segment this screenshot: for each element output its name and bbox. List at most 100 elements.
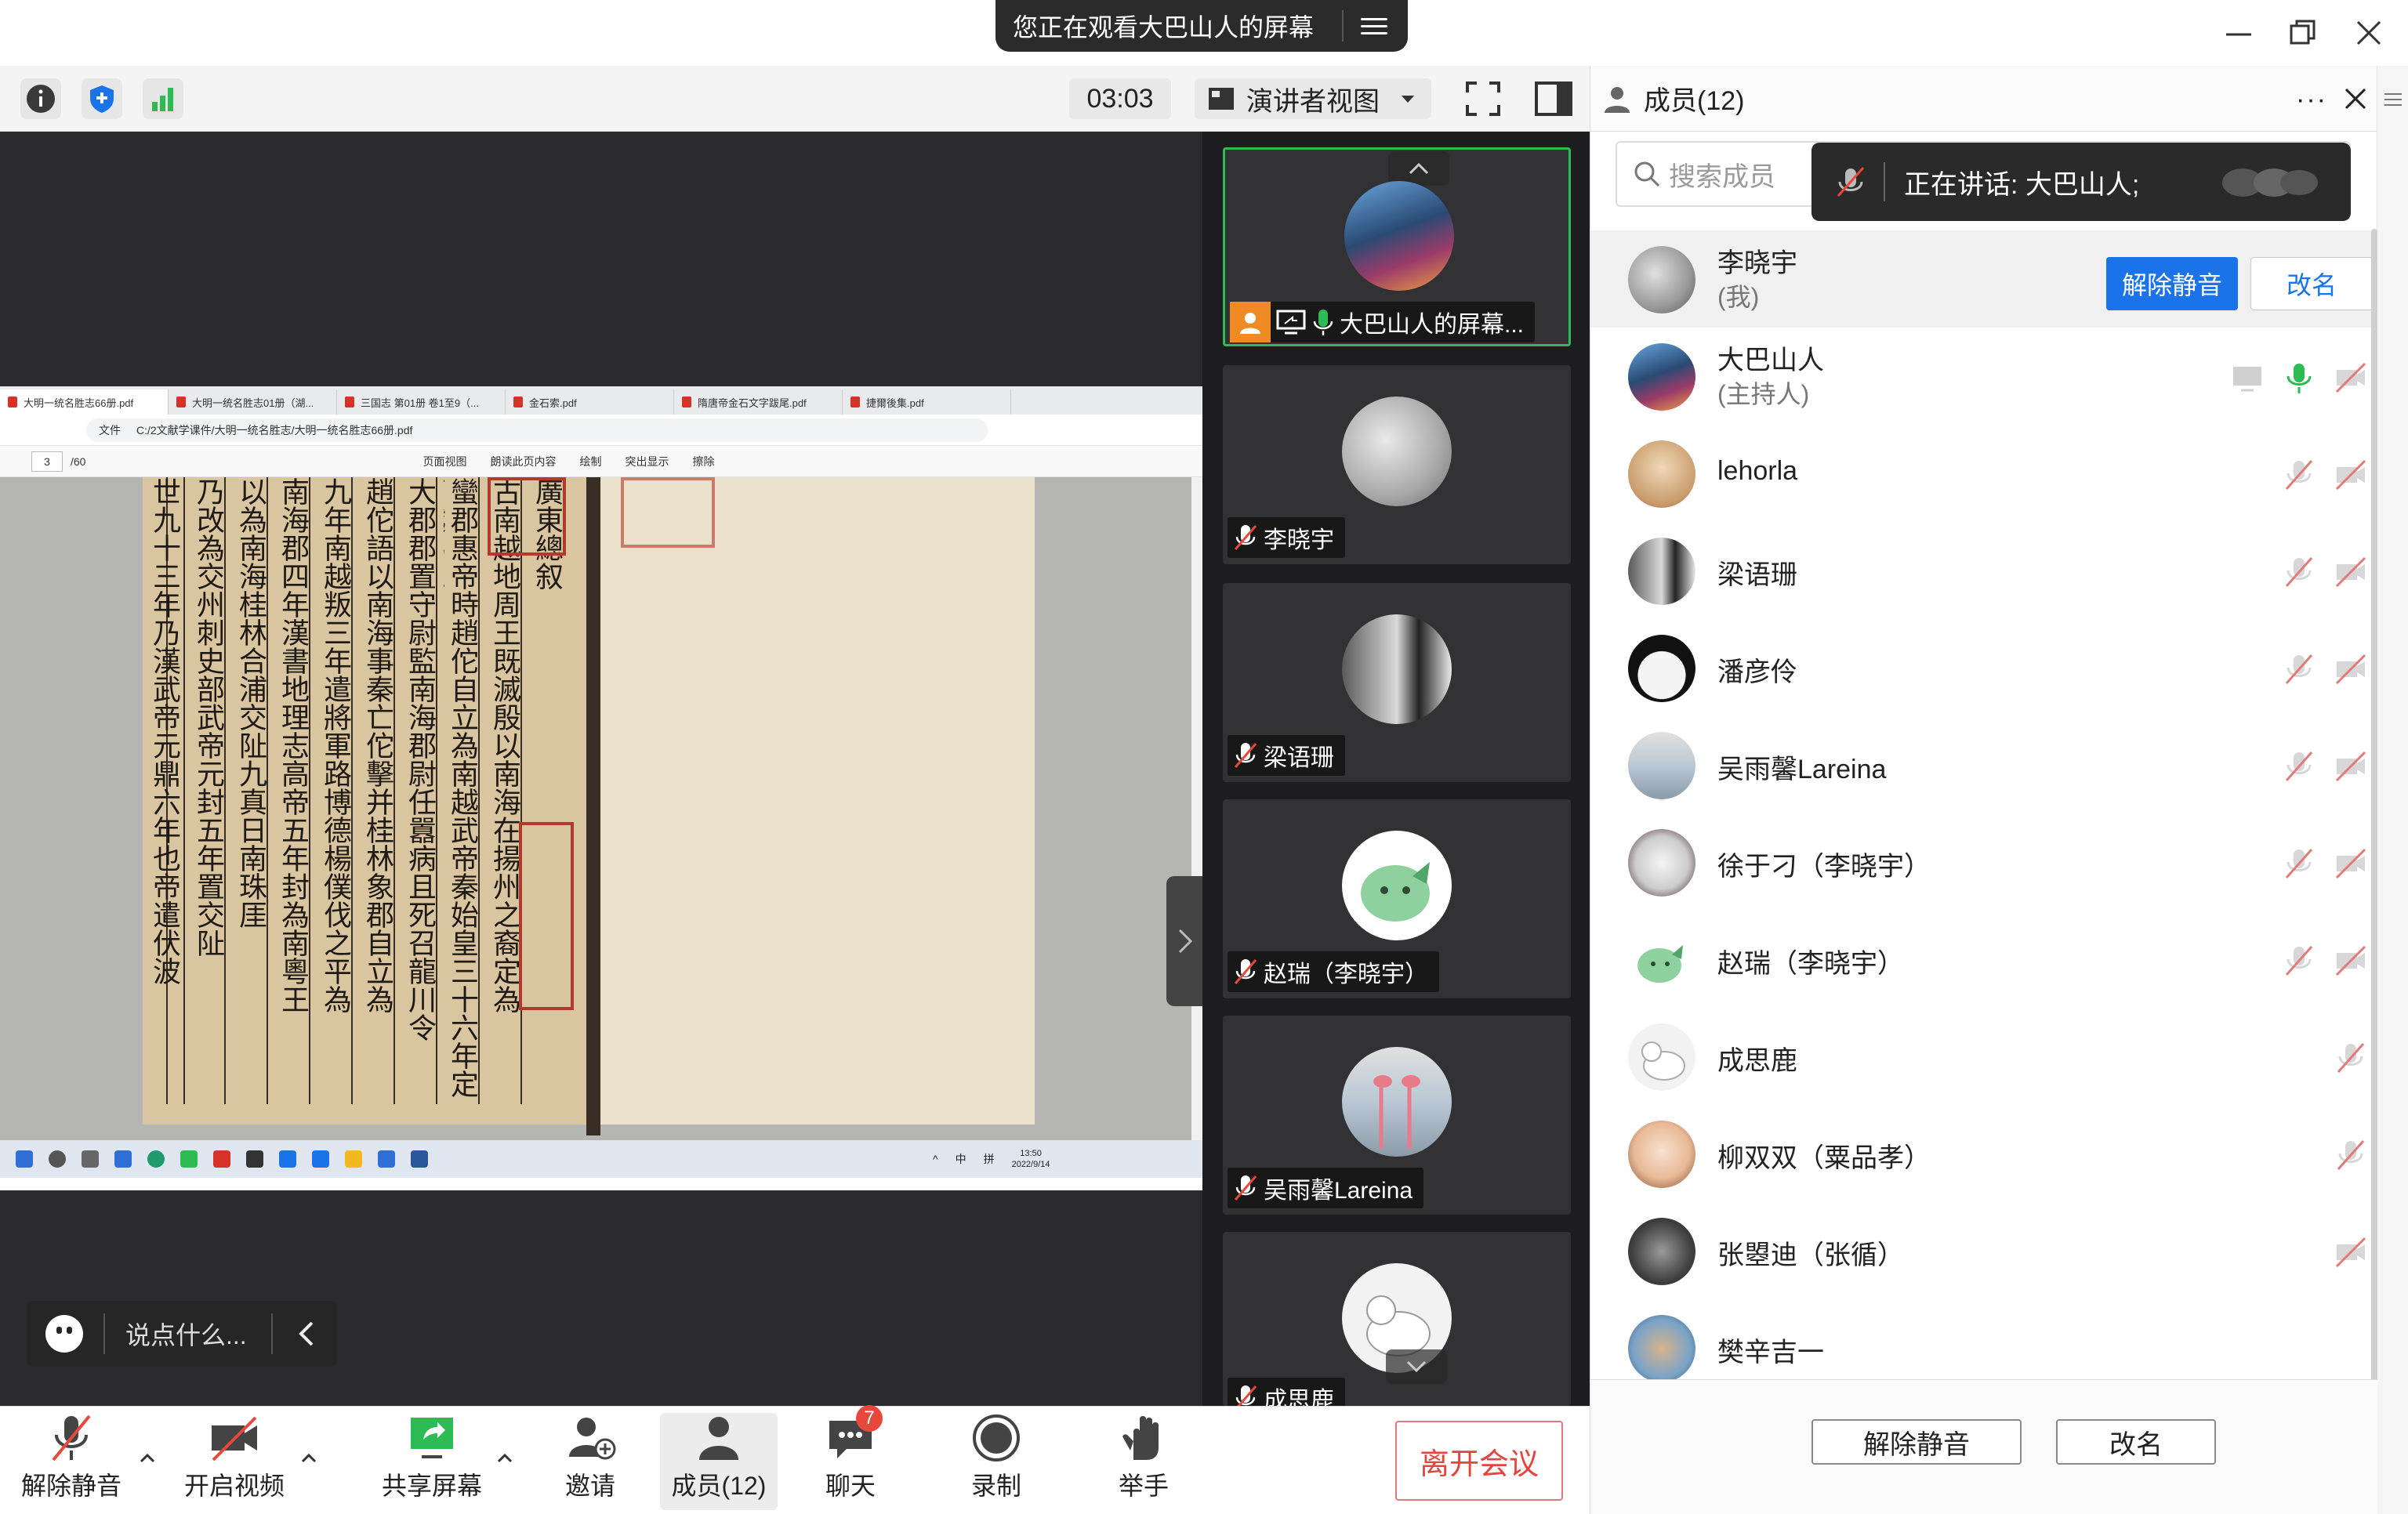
chevron-left-icon[interactable] — [296, 1320, 315, 1348]
app-icon[interactable] — [213, 1150, 230, 1168]
video-tile[interactable]: 李晓宇 — [1223, 365, 1571, 564]
close-panel-icon[interactable] — [2337, 80, 2374, 118]
browser-tab[interactable]: 大明一统名胜志66册.pdf — [0, 389, 169, 415]
ime-mode[interactable]: 拼 — [984, 1151, 995, 1167]
unmute-all-button[interactable]: 解除静音 — [1811, 1419, 2022, 1465]
app-icon[interactable] — [378, 1150, 395, 1168]
start-video-label: 开启视频 — [183, 1472, 285, 1500]
start-icon[interactable] — [16, 1150, 33, 1168]
member-row[interactable]: 张曌迪（张循） — [1590, 1202, 2377, 1299]
member-name: 成思鹿 — [1717, 1046, 1797, 1076]
shared-screen[interactable]: 大明一统名胜志66册.pdf 大明一统名胜志01册（湖... 三国志 第01册 … — [0, 386, 1202, 1190]
app-icon[interactable] — [279, 1150, 296, 1168]
pdf-tool-page-view[interactable]: 页面视图 — [422, 454, 466, 469]
leave-meeting-button[interactable]: 离开会议 — [1395, 1421, 1563, 1501]
page-number-field[interactable]: 3 — [31, 451, 63, 472]
unmute-button[interactable]: 解除静音 — [2106, 257, 2238, 310]
start-video-button[interactable]: 开启视频 — [183, 1413, 285, 1510]
app-icon[interactable] — [312, 1150, 329, 1168]
collapse-video-strip-handle[interactable] — [1166, 876, 1204, 1006]
view-mode-label: 演讲者视图 — [1246, 86, 1380, 117]
pdf-tool-draw[interactable]: 绘制 — [579, 454, 601, 469]
rename-button[interactable]: 改名 — [2056, 1419, 2216, 1465]
browser-tab[interactable]: 三国志 第01册 卷1至9（... — [337, 389, 506, 415]
member-row[interactable]: 赵瑞（李晓宇） — [1590, 911, 2377, 1008]
member-row[interactable]: 大巴山人 (主持人) — [1590, 328, 2377, 425]
video-tile[interactable]: 赵瑞（李晓宇） — [1223, 799, 1571, 998]
browser-tab[interactable]: 隋唐帝金石文字跋尾.pdf — [674, 389, 843, 415]
pdf-tool-highlight[interactable]: 突出显示 — [625, 454, 669, 469]
minimize-icon[interactable] — [2220, 14, 2258, 52]
ime-language[interactable]: 中 — [956, 1151, 966, 1167]
pdf-scrollbar[interactable] — [1191, 477, 1202, 1140]
chevron-up-icon — [1409, 162, 1429, 175]
word-icon[interactable] — [411, 1150, 428, 1168]
menu-icon[interactable] — [2381, 88, 2405, 111]
speaking-text: 正在讲话: 大巴山人; — [1904, 169, 2140, 200]
edge-browser-icon[interactable] — [147, 1150, 165, 1168]
pdf-icon — [176, 397, 186, 407]
restore-icon[interactable] — [2284, 14, 2322, 52]
member-row[interactable]: 李晓宇 (我) 解除静音 改名 — [1590, 230, 2377, 328]
member-row[interactable]: 徐于刁（李晓宇） — [1590, 813, 2377, 911]
pdf-tool-read-aloud[interactable]: 朗读此页内容 — [490, 454, 556, 469]
members-scrollbar[interactable] — [2371, 229, 2377, 1389]
avatar — [1628, 732, 1695, 799]
task-view-icon[interactable] — [82, 1150, 99, 1168]
quick-chat-input[interactable]: 说点什么... — [27, 1301, 337, 1367]
record-button[interactable]: 录制 — [961, 1413, 1032, 1510]
member-row[interactable]: 樊辛吉一 — [1590, 1299, 2377, 1379]
scroll-down-arrow[interactable] — [1386, 1349, 1447, 1384]
members-button[interactable]: 成员(12) — [660, 1413, 778, 1510]
pdf-tool-erase[interactable]: 擦除 — [692, 454, 714, 469]
menu-icon[interactable] — [1361, 17, 1387, 34]
close-icon[interactable] — [2350, 14, 2388, 52]
browser-tab[interactable]: 金石索.pdf — [506, 389, 674, 415]
member-row[interactable]: 成思鹿 — [1590, 1008, 2377, 1105]
red-seal-stamp — [488, 477, 566, 556]
security-shield-icon[interactable] — [82, 78, 122, 119]
red-seal-stamp — [621, 477, 715, 548]
chevron-up-icon[interactable]: ^ — [933, 1153, 938, 1165]
url-field[interactable]: 文件 C:/2文献学课件/大明一统名胜志/大明一统名胜志66册.pdf — [86, 418, 988, 442]
view-mode-dropdown[interactable]: 演讲者视图 — [1195, 78, 1431, 119]
chevron-up-icon[interactable] — [138, 1449, 157, 1468]
video-tile[interactable]: 吴雨馨Lareina — [1223, 1016, 1571, 1215]
folder-icon[interactable] — [345, 1150, 362, 1168]
member-row[interactable]: lehorla — [1590, 425, 2377, 522]
mic-muted-icon — [1234, 959, 1257, 984]
member-row[interactable]: 梁语珊 — [1590, 522, 2377, 619]
mic-muted-icon — [2337, 1140, 2365, 1170]
sharing-banner[interactable]: 您正在观看大巴山人的屏幕 — [995, 0, 1408, 52]
video-tile[interactable]: 大巴山人的屏幕... — [1223, 147, 1571, 346]
chevron-up-icon[interactable] — [495, 1449, 514, 1468]
search-icon[interactable] — [49, 1150, 66, 1168]
rename-button[interactable]: 改名 — [2250, 257, 2373, 310]
info-icon[interactable] — [20, 78, 61, 119]
tab-title: 大明一统名胜志66册.pdf — [24, 397, 134, 409]
unmute-button[interactable]: 解除静音 — [20, 1413, 122, 1510]
member-row[interactable]: 柳双双（粟品孝） — [1590, 1105, 2377, 1202]
app-icon[interactable] — [180, 1150, 198, 1168]
browser-tab[interactable]: 捷爾後集.pdf — [843, 389, 1011, 415]
fullscreen-icon[interactable] — [1463, 78, 1503, 119]
emoji-icon[interactable] — [45, 1315, 83, 1353]
network-signal-icon[interactable] — [143, 78, 183, 119]
video-tile[interactable]: 成思鹿 — [1223, 1232, 1571, 1406]
member-row[interactable]: 潘彦伶 — [1590, 619, 2377, 716]
raise-hand-button[interactable]: 举手 — [1108, 1413, 1179, 1510]
video-tile[interactable]: 梁语珊 — [1223, 583, 1571, 782]
browser-tab[interactable]: 大明一统名胜志01册（湖... — [169, 389, 337, 415]
chat-button[interactable]: 7 聊天 — [815, 1405, 886, 1510]
system-clock[interactable]: 13:50 2022/9/14 — [1012, 1148, 1050, 1170]
app-icon[interactable] — [246, 1150, 263, 1168]
text-column: 大郡郡置守尉監南海郡尉任囂病且死召龍川令 — [404, 477, 436, 1041]
member-name: 樊辛吉一 — [1717, 1338, 1824, 1367]
widgets-icon[interactable] — [114, 1150, 132, 1168]
invite-button[interactable]: 邀请 — [553, 1413, 627, 1510]
side-panel-layout-icon[interactable] — [1533, 78, 1574, 119]
share-screen-button[interactable]: 共享屏幕 — [381, 1413, 483, 1510]
chevron-up-icon[interactable] — [299, 1449, 318, 1468]
member-row[interactable]: 吴雨馨Lareina — [1590, 716, 2377, 813]
more-options-icon[interactable]: ··· — [2296, 85, 2327, 115]
